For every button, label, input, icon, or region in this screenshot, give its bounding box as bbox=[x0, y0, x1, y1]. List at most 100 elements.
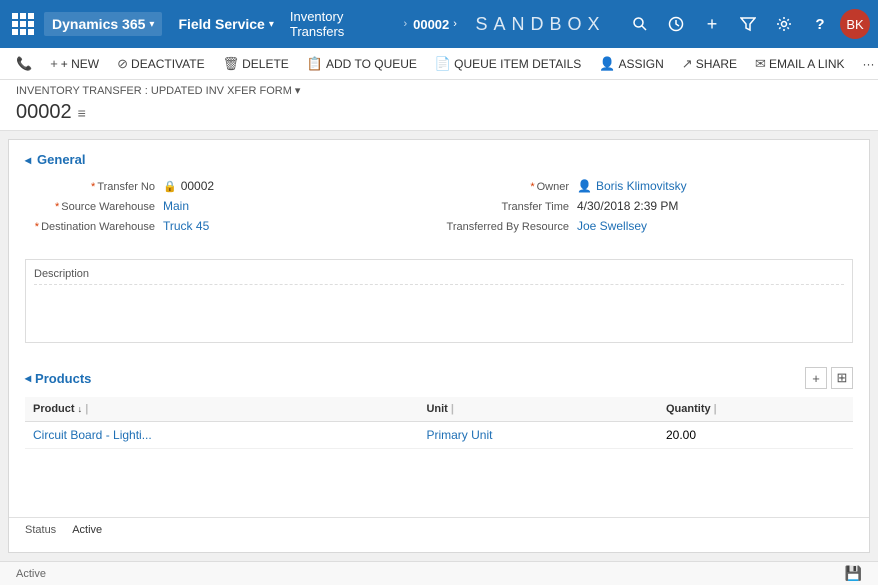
description-label: Description bbox=[34, 268, 844, 280]
save-icon[interactable]: 💾 bbox=[845, 565, 862, 582]
owner-value[interactable]: Boris Klimovitsky bbox=[596, 179, 853, 193]
products-section-title[interactable]: ◂ Products bbox=[25, 371, 91, 386]
quantity-col-header: Quantity | bbox=[658, 397, 853, 422]
new-icon: + bbox=[50, 56, 58, 71]
share-icon: ↗ bbox=[682, 56, 693, 72]
brand-button[interactable]: Dynamics 365 ▾ bbox=[44, 12, 162, 36]
product-link[interactable]: Circuit Board - Lighti... bbox=[33, 428, 152, 442]
app-switcher[interactable]: Field Service ▾ bbox=[170, 12, 281, 36]
spacer bbox=[9, 457, 869, 517]
sandbox-label: SANDBOX bbox=[457, 14, 624, 35]
active-status-label: Active bbox=[16, 568, 46, 580]
products-table-body: Circuit Board - Lighti... Primary Unit 2… bbox=[25, 422, 853, 449]
brand-chevron-icon: ▾ bbox=[149, 19, 154, 30]
form-name-bar: INVENTORY TRANSFER : UPDATED INV XFER FO… bbox=[16, 82, 862, 99]
record-menu-icon[interactable]: ≡ bbox=[78, 105, 86, 121]
form-body: ◂ General Transfer No 🔒 00002 Source War… bbox=[8, 139, 870, 553]
main-content: ◂ General Transfer No 🔒 00002 Source War… bbox=[0, 131, 878, 561]
destination-warehouse-field: Destination Warehouse Truck 45 bbox=[25, 219, 439, 233]
settings-button[interactable] bbox=[768, 8, 800, 40]
owner-person-icon: 👤 bbox=[577, 179, 592, 193]
quantity-cell: 20.00 bbox=[658, 422, 853, 449]
app-label: Field Service bbox=[178, 16, 264, 32]
unit-link[interactable]: Primary Unit bbox=[426, 428, 492, 442]
breadcrumb-current: 00002 bbox=[413, 17, 449, 32]
col-resize-product[interactable]: | bbox=[85, 403, 88, 415]
waffle-menu[interactable] bbox=[8, 9, 38, 39]
transfer-time-field: Transfer Time 4/30/2018 2:39 PM bbox=[439, 199, 853, 213]
recent-button[interactable] bbox=[660, 8, 692, 40]
breadcrumb: Inventory Transfers › 00002 › bbox=[290, 9, 457, 39]
products-chevron-icon: ◂ bbox=[25, 371, 31, 385]
transfer-no-value: 00002 bbox=[181, 179, 214, 193]
col-resize-unit[interactable]: | bbox=[451, 403, 454, 415]
grid-view-button[interactable]: ⊞ bbox=[831, 367, 853, 389]
email-icon: ✉ bbox=[755, 56, 766, 72]
queue-icon: 📋 bbox=[307, 56, 323, 72]
general-section-label: General bbox=[37, 152, 85, 167]
command-bar: 📞 + + NEW ⊘ DEACTIVATE 🗑 DELETE 📋 ADD TO… bbox=[0, 48, 878, 80]
breadcrumb-parent[interactable]: Inventory Transfers bbox=[290, 9, 398, 39]
source-warehouse-label: Source Warehouse bbox=[25, 199, 155, 213]
sort-icon[interactable]: ↓ bbox=[78, 404, 83, 414]
lock-icon: 🔒 bbox=[163, 180, 177, 193]
destination-warehouse-value[interactable]: Truck 45 bbox=[163, 219, 439, 233]
share-button[interactable]: ↗ SHARE bbox=[674, 52, 745, 76]
transfer-no-label: Transfer No bbox=[25, 179, 155, 193]
form-name-label[interactable]: INVENTORY TRANSFER : UPDATED INV XFER FO… bbox=[16, 85, 300, 97]
description-section: Description bbox=[9, 251, 869, 359]
products-label: Products bbox=[35, 371, 91, 386]
nav-icon-group: + ? BK bbox=[624, 8, 870, 40]
product-col-header: Product ↓ | bbox=[25, 397, 418, 422]
owner-label: Owner bbox=[439, 179, 569, 193]
products-section: ◂ Products + ⊞ Product ↓ | bbox=[9, 359, 869, 457]
transfer-time-value: 4/30/2018 2:39 PM bbox=[577, 199, 853, 213]
add-product-button[interactable]: + bbox=[805, 367, 827, 389]
new-button[interactable]: + + NEW bbox=[42, 52, 107, 75]
fields-left-col: Transfer No 🔒 00002 Source Warehouse Mai… bbox=[25, 179, 439, 239]
unit-col-header: Unit | bbox=[418, 397, 658, 422]
email-link-button[interactable]: ✉ EMAIL A LINK bbox=[747, 52, 853, 76]
status-bar: Status Active bbox=[9, 517, 869, 542]
general-fields-grid: Transfer No 🔒 00002 Source Warehouse Mai… bbox=[25, 179, 853, 239]
deactivate-icon: ⊘ bbox=[117, 56, 128, 72]
bottom-bar: Active 💾 bbox=[0, 561, 878, 585]
avatar[interactable]: BK bbox=[840, 9, 870, 39]
add-to-queue-button[interactable]: 📋 ADD TO QUEUE bbox=[299, 52, 425, 76]
status-label: Status bbox=[25, 524, 56, 536]
assign-button[interactable]: 👤 ASSIGN bbox=[591, 52, 672, 76]
create-button[interactable]: + bbox=[696, 8, 728, 40]
deactivate-button[interactable]: ⊘ DEACTIVATE bbox=[109, 52, 212, 76]
record-id-row: 00002 ≡ bbox=[16, 99, 862, 130]
transfer-no-field: Transfer No 🔒 00002 bbox=[25, 179, 439, 193]
delete-icon: 🗑 bbox=[223, 56, 240, 72]
general-section-header[interactable]: ◂ General bbox=[25, 152, 853, 167]
products-table: Product ↓ | Unit | Quantity | bbox=[25, 397, 853, 449]
help-button[interactable]: ? bbox=[804, 8, 836, 40]
assign-icon: 👤 bbox=[599, 56, 615, 72]
source-warehouse-value[interactable]: Main bbox=[163, 199, 439, 213]
destination-warehouse-label: Destination Warehouse bbox=[25, 219, 155, 233]
breadcrumb-sep1: › bbox=[403, 18, 407, 30]
queue-details-icon: 📄 bbox=[435, 56, 451, 72]
description-input[interactable] bbox=[34, 284, 844, 334]
products-header: ◂ Products + ⊞ bbox=[25, 367, 853, 389]
table-row: Circuit Board - Lighti... Primary Unit 2… bbox=[25, 422, 853, 449]
delete-button[interactable]: 🗑 DELETE bbox=[215, 52, 297, 76]
unit-cell: Primary Unit bbox=[418, 422, 658, 449]
filter-button[interactable] bbox=[732, 8, 764, 40]
avatar-initials: BK bbox=[846, 17, 863, 32]
more-button[interactable]: ··· bbox=[855, 53, 878, 75]
source-warehouse-field: Source Warehouse Main bbox=[25, 199, 439, 213]
top-navigation: Dynamics 365 ▾ Field Service ▾ Inventory… bbox=[0, 0, 878, 48]
queue-item-details-button[interactable]: 📄 QUEUE ITEM DETAILS bbox=[427, 52, 589, 76]
transferred-by-resource-label: Transferred By Resource bbox=[439, 219, 569, 233]
transferred-by-resource-value[interactable]: Joe Swellsey bbox=[577, 219, 853, 233]
waffle-icon bbox=[12, 13, 34, 35]
owner-field: Owner 👤 Boris Klimovitsky bbox=[439, 179, 853, 193]
search-button[interactable] bbox=[624, 8, 656, 40]
app-chevron-icon: ▾ bbox=[269, 19, 274, 30]
general-section: ◂ General Transfer No 🔒 00002 Source War… bbox=[9, 140, 869, 251]
transfer-time-label: Transfer Time bbox=[439, 199, 569, 213]
col-resize-quantity[interactable]: | bbox=[714, 403, 717, 415]
